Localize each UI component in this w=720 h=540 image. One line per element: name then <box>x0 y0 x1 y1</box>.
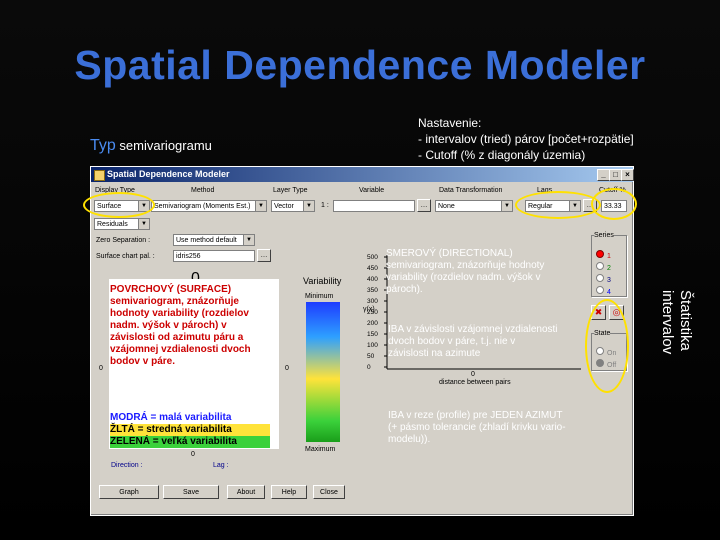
layer-type-select[interactable]: Vector ▼ <box>271 200 315 212</box>
nastavenie-line: - intervalov (tried) párov [počet+rozpät… <box>418 132 634 146</box>
statistika-caption: Štatistika intervalov <box>638 290 694 386</box>
legend-line: ŽLTÁ = stredná variabilita <box>110 424 270 436</box>
display-type-highlight <box>83 192 155 218</box>
x-tick-label: 0 <box>471 371 475 378</box>
surface-tick-bottom: 0 <box>191 451 195 458</box>
close-button[interactable]: Close <box>313 485 345 499</box>
variable-input[interactable] <box>333 200 415 212</box>
method-select[interactable]: Semivariogram (Moments Est.) ▼ <box>151 200 267 212</box>
nastavenie-line: - Cutoff (% z diagonály územia) <box>418 148 586 162</box>
minimum-label: Minimum <box>305 293 334 300</box>
typ-rest: semivariogramu <box>119 138 212 153</box>
data-transformation-label: Data Transformation <box>439 187 503 194</box>
maximum-label: Maximum <box>305 446 336 453</box>
legend-line: ZELENÁ = veľká variabilita <box>110 436 270 448</box>
y-axis-label: γ(x) <box>363 306 375 313</box>
help-button[interactable]: Help <box>271 485 307 499</box>
chevron-down-icon: ▼ <box>138 219 149 229</box>
nastavenie-line: Nastavenie: <box>418 116 482 130</box>
graph-button[interactable]: Graph <box>99 485 159 499</box>
lag-label: Lag : <box>213 462 229 469</box>
window-title: Spatial Dependence Modeler <box>107 169 230 179</box>
app-icon <box>94 170 105 181</box>
zero-separation-select[interactable]: Use method default ▼ <box>173 234 255 246</box>
about-button[interactable]: About <box>227 485 265 499</box>
chevron-down-icon: ▼ <box>501 201 512 211</box>
variability-legend-text: MODRÁ = malá variabilita ŽLTÁ = stredná … <box>110 412 270 448</box>
y-tick-label: 450 <box>367 265 378 272</box>
direction-label: Direction : <box>111 462 143 469</box>
variability-label: Variability <box>303 276 342 286</box>
palette-input[interactable]: idris256 <box>173 250 255 262</box>
typ-label: Typ <box>90 137 116 154</box>
y-tick-label: 100 <box>367 342 378 349</box>
zero-separation-label: Zero Separation : <box>96 237 151 244</box>
y-tick-label: 150 <box>367 331 378 338</box>
palette-browse-button[interactable]: … <box>257 249 271 262</box>
statistika-line: Štatistika <box>677 290 694 351</box>
lags-highlight <box>515 191 601 219</box>
surface-explanation: POVRCHOVÝ (SURFACE) semivariogram, znázo… <box>110 284 251 367</box>
series-item-4[interactable]: 4 <box>596 281 611 299</box>
window-titlebar[interactable]: Spatial Dependence Modeler _ □ × <box>91 167 634 182</box>
series-state-highlight <box>585 299 629 393</box>
cutoff-highlight <box>591 188 637 220</box>
layer-number-label: 1 : <box>321 202 329 209</box>
y-tick-label: 400 <box>367 276 378 283</box>
residuals-select[interactable]: Residuals ▼ <box>94 218 150 230</box>
variable-browse-button[interactable]: … <box>417 199 431 212</box>
distance-between-pairs-label: distance between pairs <box>439 379 511 386</box>
profile-explanation: IBA v reze (profile) pre JEDEN AZIMUT (+… <box>388 410 566 445</box>
distance-explanation: IBA v závislosti vzájomnej vzdialenosti … <box>388 324 558 359</box>
directional-explanation: SMEROVÝ (DIRECTIONAL) semivariogram, zná… <box>386 248 545 295</box>
typ-caption: Typ semivariogramu <box>90 137 212 155</box>
series-label: Series <box>594 232 614 239</box>
y-tick-label: 50 <box>367 353 375 360</box>
close-icon[interactable]: × <box>621 169 634 181</box>
variability-color-ramp <box>306 302 340 442</box>
nastavenie-caption: Nastavenie: - intervalov (tried) párov [… <box>418 115 634 163</box>
surface-tick-right: 0 <box>285 365 289 372</box>
chevron-down-icon: ▼ <box>303 201 314 211</box>
data-transformation-select[interactable]: None ▼ <box>435 200 513 212</box>
series-panel: Series 1 2 3 4 <box>591 232 627 299</box>
y-tick-label: 300 <box>367 298 378 305</box>
slide-title: Spatial Dependence Modeler <box>74 42 646 88</box>
y-tick-label: 200 <box>367 320 378 327</box>
method-label: Method <box>191 187 215 194</box>
variable-label: Variable <box>359 187 385 194</box>
layer-type-label: Layer Type <box>273 187 308 194</box>
save-button[interactable]: Save <box>163 485 219 499</box>
surface-chart-pal-label: Surface chart pal. : <box>96 253 155 260</box>
chevron-down-icon: ▼ <box>255 201 266 211</box>
y-tick-label: 350 <box>367 287 378 294</box>
statistika-line: intervalov <box>659 290 676 355</box>
y-tick-label: 0 <box>367 364 371 371</box>
y-tick-label: 500 <box>367 254 378 261</box>
surface-tick-left: 0 <box>99 365 103 372</box>
legend-line: MODRÁ = malá variabilita <box>110 412 232 423</box>
chevron-down-icon: ▼ <box>243 235 254 245</box>
